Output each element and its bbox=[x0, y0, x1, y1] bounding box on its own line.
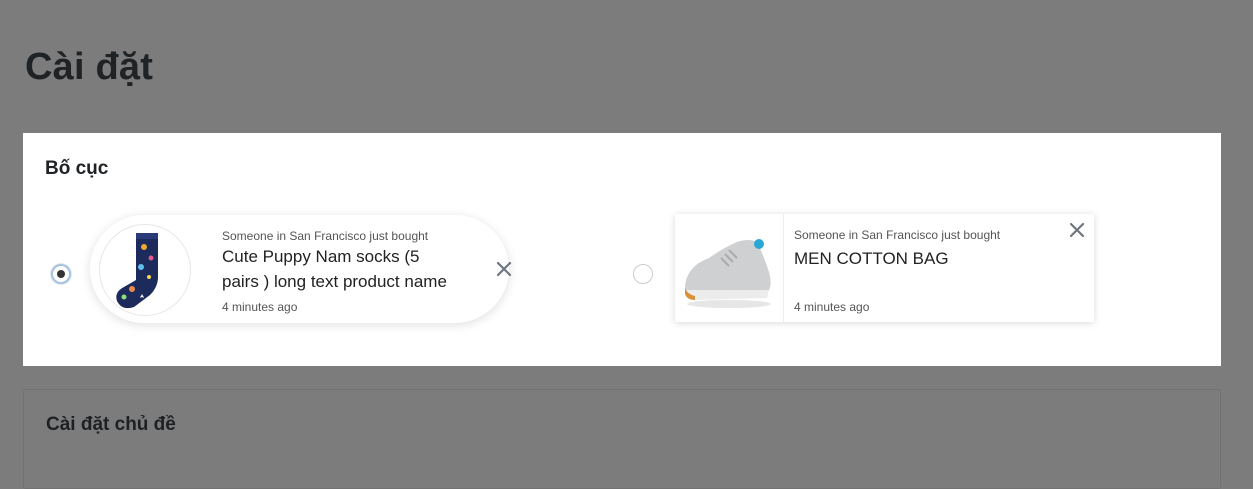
layout-option-square-radio[interactable] bbox=[633, 264, 653, 284]
popup-meta-text: Someone in San Francisco just bought bbox=[794, 228, 1001, 242]
popup-product-name-line2: pairs ) long text product name bbox=[222, 272, 447, 291]
sock-image bbox=[116, 233, 158, 309]
popup-preview-rounded[interactable]: Someone in San Francisco just bought Cut… bbox=[90, 215, 512, 323]
popup-time-text: 4 minutes ago bbox=[794, 300, 870, 314]
popup-preview-square[interactable]: Someone in San Francisco just bought MEN… bbox=[675, 214, 1094, 322]
sneaker-image bbox=[685, 239, 771, 308]
layout-card-heading: Bố cục bbox=[45, 158, 109, 179]
close-icon[interactable] bbox=[494, 259, 514, 279]
popup-time-text: 4 minutes ago bbox=[222, 300, 298, 314]
theme-settings-card: Cài đặt chủ đề bbox=[23, 389, 1221, 489]
theme-settings-heading: Cài đặt chủ đề bbox=[46, 414, 176, 435]
popup-meta-text: Someone in San Francisco just bought bbox=[222, 229, 429, 243]
product-thumbnail bbox=[675, 214, 784, 322]
popup-product-name-line1: Cute Puppy Nam socks (5 bbox=[222, 247, 420, 266]
product-thumbnail bbox=[99, 224, 191, 316]
close-icon[interactable] bbox=[1067, 220, 1087, 240]
page-title: Cài đặt bbox=[25, 46, 154, 88]
popup-product-name: MEN COTTON BAG bbox=[794, 249, 949, 268]
layout-card: Bố cục Someone in San Francisco just bou… bbox=[23, 133, 1221, 366]
layout-option-rounded-radio[interactable] bbox=[51, 264, 71, 284]
